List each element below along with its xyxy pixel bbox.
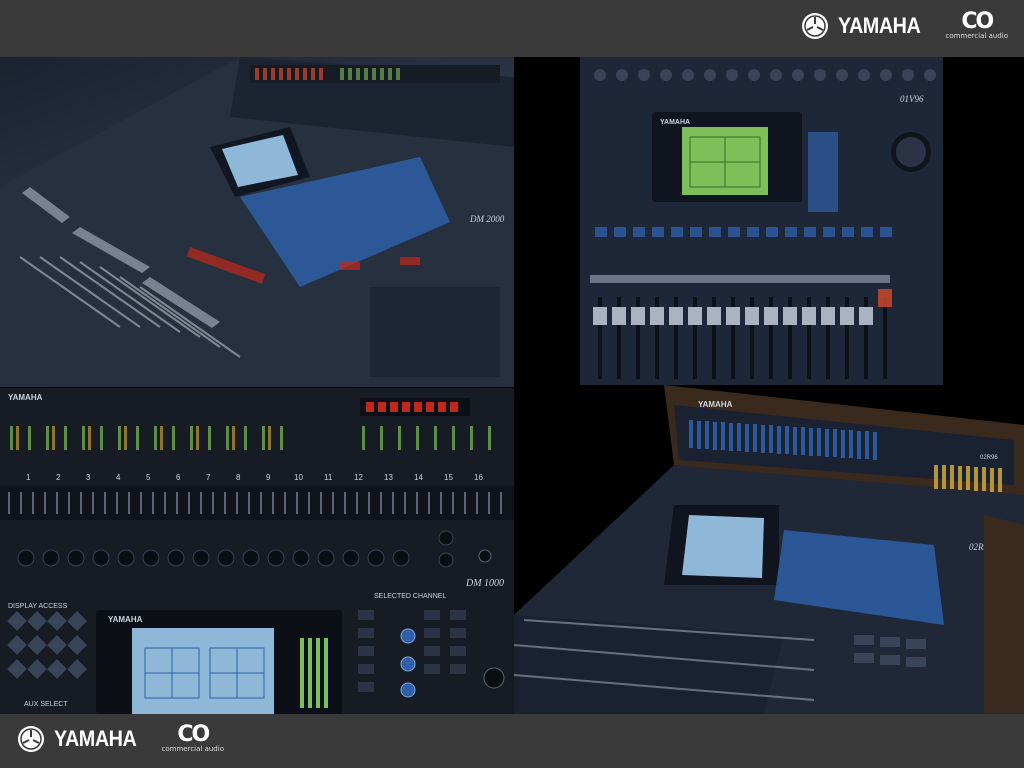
dm1000-ch-6: 6 xyxy=(176,473,181,482)
dm1000-ch-16: 16 xyxy=(474,473,483,482)
dm1000-selected-channel-label: SELECTED CHANNEL xyxy=(374,593,446,600)
dm1000-ch-2: 2 xyxy=(56,473,61,482)
dm1000-ch-1: 1 xyxy=(26,473,31,482)
commercial-audio-mark: CO xyxy=(961,9,994,34)
yamaha-emblem-icon xyxy=(802,13,829,39)
dm1000-ch-3: 3 xyxy=(86,473,91,482)
dm1000-model-label: DM 1000 xyxy=(465,578,504,589)
commercial-audio-mark: CO xyxy=(177,722,210,747)
dm2000-model-label: DM 2000 xyxy=(469,214,505,224)
02r96-screen xyxy=(682,515,764,578)
top-bar: YAMAHA CO commercial audio xyxy=(0,0,1024,57)
bottom-bar: YAMAHA CO commercial audio xyxy=(0,714,1024,768)
dm1000-screen xyxy=(132,628,274,714)
01v96-model-label: 01V96 xyxy=(900,94,924,104)
dm2000-console-photo: DM 2000 xyxy=(0,57,514,387)
dm1000-ch-11: 11 xyxy=(324,473,333,482)
yamaha-wordmark: YAMAHA xyxy=(838,13,921,38)
dm1000-ch-15: 15 xyxy=(444,473,453,482)
header-brand: YAMAHA CO commercial audio xyxy=(802,9,1008,41)
dm1000-console-photo: YAMAHA 1 2 3 4 5 6 7 8 9 10 11 12 13 14 … xyxy=(0,388,514,714)
commercial-audio-text: commercial audio xyxy=(945,32,1008,40)
dm1000-ch-9: 9 xyxy=(266,473,271,482)
02r96-model-label: 02R96 xyxy=(980,455,998,461)
dm1000-ch-8: 8 xyxy=(236,473,241,482)
dm1000-ch-7: 7 xyxy=(206,473,211,482)
dm1000-ch-14: 14 xyxy=(414,473,423,482)
commercial-audio-logo: CO commercial audio xyxy=(945,9,1008,41)
dm1000-brand-label-screen: YAMAHA xyxy=(108,615,143,624)
dm1000-aux-select-label: AUX SELECT xyxy=(24,701,68,708)
02r96-brand-label-top: YAMAHA xyxy=(698,400,733,409)
01v96-brand-label: YAMAHA xyxy=(660,119,690,126)
commercial-audio-logo: CO commercial audio xyxy=(161,722,224,754)
dm1000-display-access-label: DISPLAY ACCESS xyxy=(8,603,68,610)
dm1000-ch-10: 10 xyxy=(294,473,303,482)
commercial-audio-text: commercial audio xyxy=(161,745,224,753)
yamaha-emblem-icon xyxy=(18,726,44,752)
02r96-console-photo: YAMAHA 02R96 02R96 xyxy=(514,385,1024,714)
footer-brand: YAMAHA CO commercial audio xyxy=(18,722,224,754)
yamaha-wordmark: YAMAHA xyxy=(54,726,137,751)
01v96-console-photo: YAMAHA 01V96 xyxy=(580,57,943,385)
dm1000-ch-12: 12 xyxy=(354,473,363,482)
dm1000-ch-13: 13 xyxy=(384,473,393,482)
dm1000-ch-5: 5 xyxy=(146,473,151,482)
dm1000-ch-4: 4 xyxy=(116,473,121,482)
dm1000-brand-label-top: YAMAHA xyxy=(8,393,43,402)
